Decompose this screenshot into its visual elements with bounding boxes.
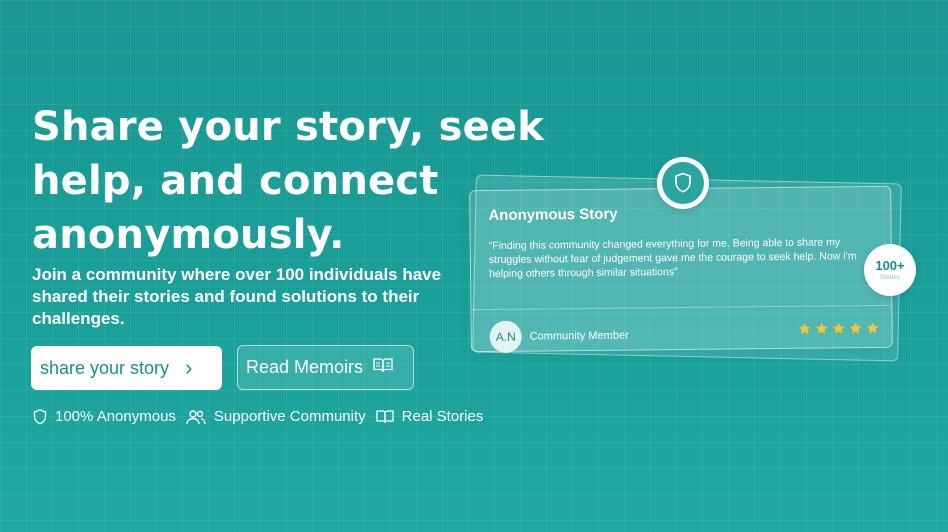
story-quote: “Finding this community changed everythi… (488, 236, 857, 281)
users-icon (186, 409, 206, 425)
stories-label: Stories (879, 273, 901, 281)
card-divider (471, 304, 892, 311)
star-icon (866, 322, 879, 334)
shield-badge-inner (662, 162, 704, 204)
book-open-icon (373, 357, 393, 378)
shield-icon (33, 408, 47, 425)
story-card[interactable]: Anonymous Story “Finding this community … (469, 185, 893, 354)
share-story-button[interactable]: share your story › (31, 346, 222, 390)
feature-label: 100% Anonymous (55, 408, 176, 425)
hero-subtitle: Join a community where over 100 individu… (32, 265, 442, 328)
stories-count-badge: 100+ Stories (864, 244, 916, 296)
star-icon (832, 322, 845, 334)
share-story-label: share your story (40, 357, 170, 378)
book-icon (376, 409, 394, 424)
read-memoirs-label: Read Memoirs (246, 357, 364, 377)
feature-label: Real Stories (401, 408, 484, 425)
feature-label: Supportive Community (213, 408, 366, 425)
shield-icon (675, 172, 691, 193)
read-memoirs-button[interactable]: Read Memoirs (237, 345, 414, 390)
avatar: A.N (489, 320, 522, 354)
feature-list: 100% Anonymous Supportive Community Real… (33, 408, 483, 425)
star-icon (849, 322, 862, 334)
shield-badge (657, 157, 709, 209)
star-icon (815, 322, 828, 334)
star-icon (798, 322, 811, 335)
author-role: Community Member (529, 329, 629, 343)
story-card-title: Anonymous Story (488, 205, 618, 225)
feature-anonymous: 100% Anonymous (33, 408, 176, 425)
chevron-right-icon: › (185, 355, 193, 380)
feature-community: Supportive Community (186, 408, 366, 425)
rating-stars (798, 321, 880, 336)
feature-stories: Real Stories (376, 408, 484, 425)
stories-count: 100+ (875, 257, 905, 273)
